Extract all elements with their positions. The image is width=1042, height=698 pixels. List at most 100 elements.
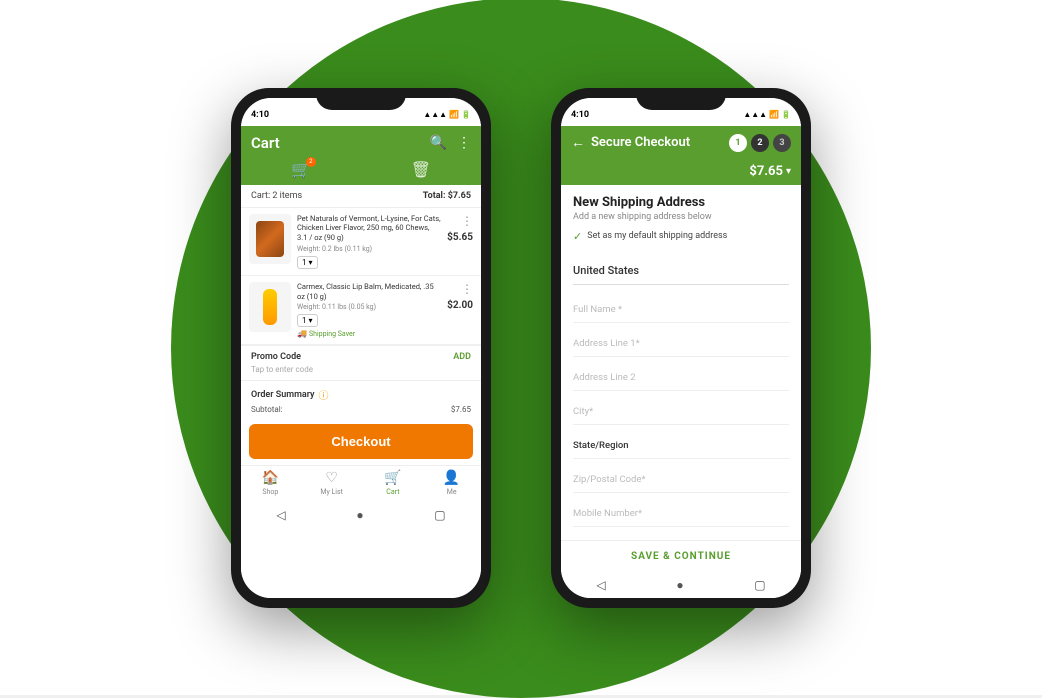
item-1-weight: Weight: 0.2 lbs (0.11 kg) bbox=[297, 245, 441, 253]
state-region-field[interactable]: State/Region bbox=[573, 427, 789, 459]
checkmark-icon: ✓ bbox=[573, 230, 582, 243]
city-field[interactable]: City* bbox=[573, 393, 789, 425]
total-label: Total: bbox=[423, 191, 446, 201]
item-2-right: ⋮ $2.00 bbox=[447, 282, 473, 311]
phones-container: 4:10 ▲▲▲ 📶 🔋 Cart 🔍 ⋮ 🛒 bbox=[231, 88, 811, 608]
notch-cart bbox=[316, 88, 406, 110]
back-arrow-icon[interactable]: ← bbox=[571, 134, 585, 151]
lysine-product-image bbox=[256, 221, 284, 257]
promo-add-button[interactable]: ADD bbox=[453, 352, 471, 362]
cart-item-1: Pet Naturals of Vermont, L-Lysine, For C… bbox=[241, 208, 481, 276]
bottom-nav-cart[interactable]: 🛒 Cart bbox=[384, 470, 401, 496]
item-2-price: $2.00 bbox=[447, 300, 473, 311]
address-subtitle: Add a new shipping address below bbox=[573, 212, 789, 222]
more-options-icon[interactable]: ⋮ bbox=[457, 135, 471, 151]
subtotal-label: Subtotal: bbox=[251, 405, 283, 414]
checkout-phone-inner: 4:10 ▲▲▲ 📶 🔋 ← Secure Checkout 1 2 bbox=[561, 98, 801, 598]
item-1-qty-select[interactable]: 1 ▾ bbox=[297, 256, 318, 269]
default-label: Set as my default shipping address bbox=[587, 231, 727, 241]
chevron-down-icon: ▾ bbox=[786, 166, 791, 177]
android-nav-cart: ◁ ● ▢ bbox=[241, 502, 481, 528]
mobile-field[interactable]: Mobile Number* bbox=[573, 495, 789, 527]
item-2-image bbox=[249, 282, 291, 332]
recents-button-checkout[interactable]: ▢ bbox=[754, 578, 765, 592]
checkout-price: $7.65 bbox=[749, 164, 783, 179]
item-2-details: Carmex, Classic Lip Balm, Medicated, .35… bbox=[297, 282, 441, 339]
item-2-name: Carmex, Classic Lip Balm, Medicated, .35… bbox=[297, 282, 441, 302]
step-1: 1 bbox=[729, 134, 747, 152]
save-continue-button[interactable]: SAVE & CONTINUE bbox=[573, 551, 789, 562]
me-label: Me bbox=[447, 488, 457, 496]
cart-total: Total: $7.65 bbox=[423, 191, 471, 201]
checkout-button[interactable]: Checkout bbox=[249, 424, 473, 459]
android-nav-checkout: ◁ ● ▢ bbox=[561, 572, 801, 598]
bottom-nav-mylist[interactable]: ♡ My List bbox=[320, 470, 343, 496]
full-name-field[interactable]: Full Name * bbox=[573, 291, 789, 323]
save-continue-bar: SAVE & CONTINUE bbox=[561, 540, 801, 572]
cart-content: Cart: 2 items Total: $7.65 Pet Naturals … bbox=[241, 185, 481, 598]
cart-info-bar: Cart: 2 items Total: $7.65 bbox=[241, 185, 481, 208]
state-region-label: State/Region bbox=[573, 440, 629, 451]
item-2-qty-select[interactable]: 1 ▾ bbox=[297, 314, 318, 327]
cart-header-icons: 🔍 ⋮ bbox=[430, 135, 471, 151]
cart-tab-delete[interactable]: 🗑 bbox=[411, 160, 431, 179]
promo-header: Promo Code ADD bbox=[251, 352, 471, 362]
country-name: United States bbox=[573, 264, 639, 277]
total-value: $7.65 bbox=[448, 191, 471, 201]
back-button-cart[interactable]: ◁ bbox=[276, 508, 285, 522]
subtotal-row: Subtotal: $7.65 bbox=[251, 405, 471, 414]
carmex-product-image bbox=[263, 289, 277, 325]
checkout-price-bar[interactable]: $7.65 ▾ bbox=[561, 160, 801, 185]
cart-title: Cart bbox=[251, 134, 280, 152]
item-1-qty: 1 ▾ bbox=[297, 256, 441, 269]
status-icons-checkout: ▲▲▲ 📶 🔋 bbox=[743, 110, 791, 119]
step-3-label: 3 bbox=[779, 138, 784, 148]
bottom-nav: 🏠 Shop ♡ My List 🛒 Cart 👤 bbox=[241, 465, 481, 502]
step-3: 3 bbox=[773, 134, 791, 152]
default-checkbox[interactable]: ✓ Set as my default shipping address bbox=[573, 230, 789, 243]
checkout-content: New Shipping Address Add a new shipping … bbox=[561, 185, 801, 598]
cart-tab-cart[interactable]: 🛒 2 bbox=[291, 160, 311, 179]
mobile-placeholder: Mobile Number* bbox=[573, 508, 642, 519]
checkout-title: Secure Checkout bbox=[591, 135, 690, 150]
item-2-shipping: 🚚 Shipping Saver bbox=[297, 329, 441, 338]
notch-checkout bbox=[636, 88, 726, 110]
subtotal-value: $7.65 bbox=[451, 405, 471, 414]
item-2-weight: Weight: 0.11 lbs (0.05 kg) bbox=[297, 303, 441, 311]
cart-nav-icon: 🛒 bbox=[384, 470, 401, 486]
checkout-header-left: ← Secure Checkout bbox=[571, 134, 690, 151]
order-summary: Order Summary ⓘ Subtotal: $7.65 bbox=[241, 381, 481, 418]
search-icon[interactable]: 🔍 bbox=[430, 135, 447, 151]
mylist-icon: ♡ bbox=[325, 470, 338, 486]
order-summary-info-icon[interactable]: ⓘ bbox=[319, 387, 329, 402]
cart-count-badge: 2 bbox=[306, 157, 316, 167]
promo-title: Promo Code bbox=[251, 352, 301, 362]
item-1-menu-icon[interactable]: ⋮ bbox=[461, 214, 473, 228]
shop-icon: 🏠 bbox=[262, 470, 279, 486]
country-selector[interactable]: United States bbox=[573, 253, 789, 285]
item-1-name: Pet Naturals of Vermont, L-Lysine, For C… bbox=[297, 214, 441, 243]
full-name-placeholder: Full Name * bbox=[573, 304, 622, 315]
promo-section: Promo Code ADD Tap to enter code bbox=[241, 345, 481, 381]
address-line2-field[interactable]: Address Line 2 bbox=[573, 359, 789, 391]
home-button-cart[interactable]: ● bbox=[356, 508, 363, 522]
home-button-checkout[interactable]: ● bbox=[676, 578, 683, 592]
mylist-label: My List bbox=[320, 488, 343, 496]
address-title: New Shipping Address bbox=[573, 195, 789, 210]
cart-header: Cart 🔍 ⋮ bbox=[241, 126, 481, 160]
bottom-nav-shop[interactable]: 🏠 Shop bbox=[262, 470, 279, 496]
order-summary-title: Order Summary bbox=[251, 390, 315, 400]
zip-field[interactable]: Zip/Postal Code* bbox=[573, 461, 789, 493]
cart-item-2: Carmex, Classic Lip Balm, Medicated, .35… bbox=[241, 276, 481, 346]
me-icon: 👤 bbox=[443, 470, 460, 486]
delete-icon: 🗑 bbox=[411, 160, 431, 179]
address-line1-field[interactable]: Address Line 1* bbox=[573, 325, 789, 357]
item-2-menu-icon[interactable]: ⋮ bbox=[461, 282, 473, 296]
back-button-checkout[interactable]: ◁ bbox=[596, 578, 605, 592]
recents-button-cart[interactable]: ▢ bbox=[434, 508, 445, 522]
cart-badge-container: 🛒 2 bbox=[291, 160, 311, 179]
cart-phone-inner: 4:10 ▲▲▲ 📶 🔋 Cart 🔍 ⋮ 🛒 bbox=[241, 98, 481, 598]
promo-input[interactable]: Tap to enter code bbox=[251, 365, 471, 374]
zip-placeholder: Zip/Postal Code* bbox=[573, 474, 646, 485]
bottom-nav-me[interactable]: 👤 Me bbox=[443, 470, 460, 496]
